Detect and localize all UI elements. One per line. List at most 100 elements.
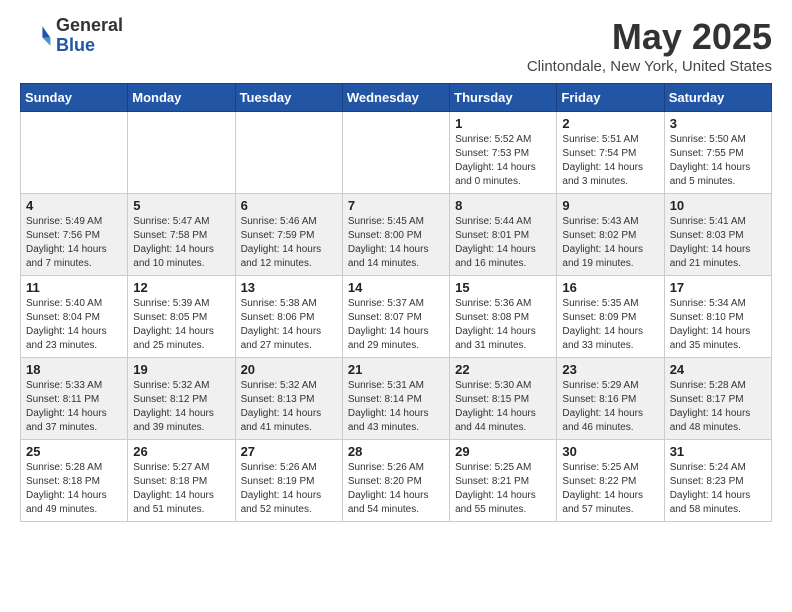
day-info: Sunrise: 5:33 AM Sunset: 8:11 PM Dayligh…: [26, 379, 122, 435]
calendar-cell: 21 Sunrise: 5:31 AM Sunset: 8:14 PM Dayli…: [342, 358, 449, 440]
calendar-cell: 17Sunrise: 5:34 AM Sunset: 8:10 PM Dayli…: [664, 276, 771, 358]
logo: General Blue: [20, 16, 123, 56]
calendar-cell: 13 Sunrise: 5:38 AM Sunset: 8:06 PM Dayli…: [235, 276, 342, 358]
calendar-day-header: Sunday: [21, 84, 128, 112]
day-info: Sunrise: 5:43 AM Sunset: 8:02 PM Dayligh…: [562, 215, 658, 271]
calendar-cell: 30 Sunrise: 5:25 AM Sunset: 8:22 PM Dayli…: [557, 440, 664, 522]
calendar-cell: [342, 112, 449, 194]
day-number: 26: [133, 444, 229, 459]
calendar-cell: [128, 112, 235, 194]
calendar-week-row: 1Sunrise: 5:52 AM Sunset: 7:53 PM Daylig…: [21, 112, 772, 194]
day-number: 11: [26, 280, 122, 295]
day-number: 16: [562, 280, 658, 295]
calendar-cell: 15Sunrise: 5:36 AM Sunset: 8:08 PM Dayli…: [450, 276, 557, 358]
day-info: Sunrise: 5:44 AM Sunset: 8:01 PM Dayligh…: [455, 215, 551, 271]
calendar-cell: [235, 112, 342, 194]
day-number: 20: [241, 362, 337, 377]
day-info: Sunrise: 5:32 AM Sunset: 8:12 PM Dayligh…: [133, 379, 229, 435]
calendar-day-header: Thursday: [450, 84, 557, 112]
day-number: 6: [241, 198, 337, 213]
day-number: 22: [455, 362, 551, 377]
calendar-cell: 10 Sunrise: 5:41 AM Sunset: 8:03 PM Dayli…: [664, 194, 771, 276]
day-info: Sunrise: 5:46 AM Sunset: 7:59 PM Dayligh…: [241, 215, 337, 271]
calendar-cell: 6 Sunrise: 5:46 AM Sunset: 7:59 PM Daylig…: [235, 194, 342, 276]
calendar-cell: 22 Sunrise: 5:30 AM Sunset: 8:15 PM Dayli…: [450, 358, 557, 440]
day-number: 30: [562, 444, 658, 459]
calendar-cell: 25Sunrise: 5:28 AM Sunset: 8:18 PM Dayli…: [21, 440, 128, 522]
day-info: Sunrise: 5:38 AM Sunset: 8:06 PM Dayligh…: [241, 297, 337, 353]
day-number: 12: [133, 280, 229, 295]
logo-blue: Blue: [56, 36, 123, 56]
calendar-cell: 24 Sunrise: 5:28 AM Sunset: 8:17 PM Dayli…: [664, 358, 771, 440]
day-info: Sunrise: 5:49 AM Sunset: 7:56 PM Dayligh…: [26, 215, 122, 271]
calendar-header-row: SundayMondayTuesdayWednesdayThursdayFrid…: [21, 84, 772, 112]
day-info: Sunrise: 5:45 AM Sunset: 8:00 PM Dayligh…: [348, 215, 444, 271]
day-number: 18: [26, 362, 122, 377]
day-info: Sunrise: 5:24 AM Sunset: 8:23 PM Dayligh…: [670, 461, 766, 517]
calendar-cell: 29Sunrise: 5:25 AM Sunset: 8:21 PM Dayli…: [450, 440, 557, 522]
day-info: Sunrise: 5:37 AM Sunset: 8:07 PM Dayligh…: [348, 297, 444, 353]
day-number: 19: [133, 362, 229, 377]
logo-icon: [20, 20, 52, 52]
day-number: 23: [562, 362, 658, 377]
calendar-cell: 14 Sunrise: 5:37 AM Sunset: 8:07 PM Dayli…: [342, 276, 449, 358]
day-info: Sunrise: 5:51 AM Sunset: 7:54 PM Dayligh…: [562, 133, 658, 189]
calendar-cell: 9Sunrise: 5:43 AM Sunset: 8:02 PM Daylig…: [557, 194, 664, 276]
calendar-cell: 18 Sunrise: 5:33 AM Sunset: 8:11 PM Dayli…: [21, 358, 128, 440]
calendar-day-header: Wednesday: [342, 84, 449, 112]
calendar-cell: 7 Sunrise: 5:45 AM Sunset: 8:00 PM Daylig…: [342, 194, 449, 276]
calendar-week-row: 25Sunrise: 5:28 AM Sunset: 8:18 PM Dayli…: [21, 440, 772, 522]
calendar-cell: 12 Sunrise: 5:39 AM Sunset: 8:05 PM Dayli…: [128, 276, 235, 358]
day-info: Sunrise: 5:26 AM Sunset: 8:19 PM Dayligh…: [241, 461, 337, 517]
calendar-cell: 4 Sunrise: 5:49 AM Sunset: 7:56 PM Daylig…: [21, 194, 128, 276]
calendar-cell: 23 Sunrise: 5:29 AM Sunset: 8:16 PM Dayli…: [557, 358, 664, 440]
day-info: Sunrise: 5:39 AM Sunset: 8:05 PM Dayligh…: [133, 297, 229, 353]
day-number: 14: [348, 280, 444, 295]
day-info: Sunrise: 5:28 AM Sunset: 8:18 PM Dayligh…: [26, 461, 122, 517]
day-info: Sunrise: 5:27 AM Sunset: 8:18 PM Dayligh…: [133, 461, 229, 517]
calendar-cell: 2Sunrise: 5:51 AM Sunset: 7:54 PM Daylig…: [557, 112, 664, 194]
calendar-cell: [21, 112, 128, 194]
subtitle: Clintondale, New York, United States: [527, 58, 772, 75]
day-info: Sunrise: 5:32 AM Sunset: 8:13 PM Dayligh…: [241, 379, 337, 435]
header: General Blue May 2025 Clintondale, New Y…: [20, 16, 772, 75]
calendar-cell: 3Sunrise: 5:50 AM Sunset: 7:55 PM Daylig…: [664, 112, 771, 194]
logo-general: General: [56, 16, 123, 36]
day-number: 21: [348, 362, 444, 377]
calendar-day-header: Monday: [128, 84, 235, 112]
calendar-cell: 1Sunrise: 5:52 AM Sunset: 7:53 PM Daylig…: [450, 112, 557, 194]
calendar-day-header: Tuesday: [235, 84, 342, 112]
main-title: May 2025: [527, 16, 772, 58]
day-info: Sunrise: 5:25 AM Sunset: 8:22 PM Dayligh…: [562, 461, 658, 517]
calendar-week-row: 11 Sunrise: 5:40 AM Sunset: 8:04 PM Dayli…: [21, 276, 772, 358]
day-info: Sunrise: 5:30 AM Sunset: 8:15 PM Dayligh…: [455, 379, 551, 435]
day-info: Sunrise: 5:47 AM Sunset: 7:58 PM Dayligh…: [133, 215, 229, 271]
day-info: Sunrise: 5:25 AM Sunset: 8:21 PM Dayligh…: [455, 461, 551, 517]
day-info: Sunrise: 5:41 AM Sunset: 8:03 PM Dayligh…: [670, 215, 766, 271]
title-block: May 2025 Clintondale, New York, United S…: [527, 16, 772, 75]
calendar-cell: 8Sunrise: 5:44 AM Sunset: 8:01 PM Daylig…: [450, 194, 557, 276]
day-info: Sunrise: 5:29 AM Sunset: 8:16 PM Dayligh…: [562, 379, 658, 435]
calendar-day-header: Saturday: [664, 84, 771, 112]
day-number: 7: [348, 198, 444, 213]
day-number: 24: [670, 362, 766, 377]
day-info: Sunrise: 5:50 AM Sunset: 7:55 PM Dayligh…: [670, 133, 766, 189]
calendar: SundayMondayTuesdayWednesdayThursdayFrid…: [20, 83, 772, 522]
day-number: 10: [670, 198, 766, 213]
day-info: Sunrise: 5:35 AM Sunset: 8:09 PM Dayligh…: [562, 297, 658, 353]
day-number: 31: [670, 444, 766, 459]
calendar-cell: 5 Sunrise: 5:47 AM Sunset: 7:58 PM Daylig…: [128, 194, 235, 276]
day-info: Sunrise: 5:28 AM Sunset: 8:17 PM Dayligh…: [670, 379, 766, 435]
day-info: Sunrise: 5:40 AM Sunset: 8:04 PM Dayligh…: [26, 297, 122, 353]
calendar-week-row: 4 Sunrise: 5:49 AM Sunset: 7:56 PM Daylig…: [21, 194, 772, 276]
day-number: 15: [455, 280, 551, 295]
calendar-week-row: 18 Sunrise: 5:33 AM Sunset: 8:11 PM Dayli…: [21, 358, 772, 440]
day-number: 1: [455, 116, 551, 131]
day-number: 4: [26, 198, 122, 213]
day-number: 13: [241, 280, 337, 295]
calendar-cell: 16 Sunrise: 5:35 AM Sunset: 8:09 PM Dayli…: [557, 276, 664, 358]
day-number: 27: [241, 444, 337, 459]
calendar-cell: 19 Sunrise: 5:32 AM Sunset: 8:12 PM Dayli…: [128, 358, 235, 440]
day-info: Sunrise: 5:31 AM Sunset: 8:14 PM Dayligh…: [348, 379, 444, 435]
day-number: 5: [133, 198, 229, 213]
